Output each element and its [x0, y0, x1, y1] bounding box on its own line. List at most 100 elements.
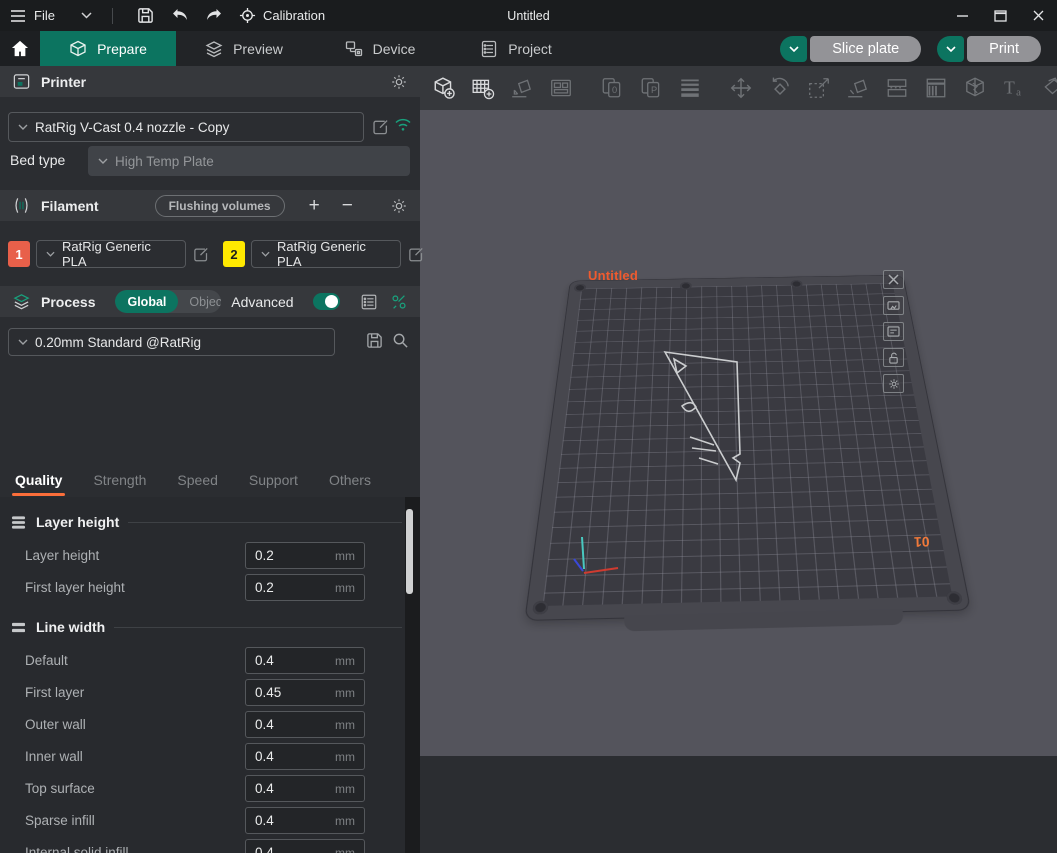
- color-paint-icon[interactable]: [1041, 76, 1057, 100]
- params-scrollbar-thumb[interactable]: [406, 509, 413, 594]
- printer-icon: [12, 72, 31, 91]
- tab-speed[interactable]: Speed: [177, 472, 217, 488]
- move-icon[interactable]: [729, 76, 753, 100]
- lock-plate-icon[interactable]: [883, 348, 904, 367]
- tab-project[interactable]: Project: [448, 31, 584, 66]
- tab-strength[interactable]: Strength: [93, 472, 146, 488]
- prepare-cube-icon: [69, 40, 87, 58]
- process-layers-icon: [12, 292, 31, 311]
- plate-number-label: 01: [914, 534, 930, 551]
- arrange-plate-icon[interactable]: [883, 322, 904, 341]
- first-layer-height-input[interactable]: [255, 580, 335, 595]
- compare-presets-icon[interactable]: [390, 293, 408, 311]
- redo-icon[interactable]: [197, 0, 231, 31]
- chevron-down-icon[interactable]: [81, 12, 92, 19]
- save-preset-icon[interactable]: [366, 332, 383, 349]
- unit-label: mm: [335, 686, 355, 700]
- search-icon[interactable]: [392, 332, 409, 349]
- slice-options-button[interactable]: [780, 36, 807, 62]
- edit-filament-2-icon[interactable]: [407, 246, 424, 263]
- variable-layer-height-icon[interactable]: [678, 76, 702, 100]
- save-icon[interactable]: [129, 0, 163, 31]
- plate-name-label: Untitled: [588, 268, 638, 283]
- advanced-toggle[interactable]: [313, 293, 340, 310]
- printer-gear-icon[interactable]: [390, 73, 408, 91]
- tab-preview[interactable]: Preview: [176, 31, 312, 66]
- plate-settings-icon[interactable]: [883, 296, 904, 315]
- bed-type-select[interactable]: High Temp Plate: [88, 146, 410, 176]
- param-input-box: mm: [245, 574, 365, 601]
- close-plate-icon[interactable]: [883, 270, 904, 289]
- filament-2-select[interactable]: RatRig Generic PLA: [251, 240, 401, 268]
- edit-printer-icon[interactable]: [371, 118, 389, 136]
- print-button[interactable]: Print: [967, 36, 1041, 62]
- add-filament-button[interactable]: +: [309, 196, 320, 215]
- edit-filament-1-icon[interactable]: [192, 246, 209, 263]
- layer-height-section-header: Layer height: [0, 507, 420, 537]
- printer-preset-select[interactable]: RatRig V-Cast 0.4 nozzle - Copy: [8, 112, 364, 142]
- unit-label: mm: [335, 846, 355, 853]
- project-list-icon: [480, 40, 498, 58]
- filament-1-badge[interactable]: 1: [8, 241, 30, 267]
- tab-device[interactable]: Device: [312, 31, 448, 66]
- scope-global-button[interactable]: Global: [115, 290, 178, 313]
- slice-plate-button[interactable]: Slice plate: [810, 36, 921, 62]
- calibration-button[interactable]: Calibration: [239, 7, 325, 24]
- parameter-table-icon[interactable]: [360, 293, 378, 311]
- line-width-top-surface-input[interactable]: [255, 781, 335, 796]
- rotate-icon[interactable]: [768, 76, 792, 100]
- auto-orient-icon[interactable]: [510, 76, 534, 100]
- scale-icon[interactable]: [807, 76, 831, 100]
- gear-plate-icon[interactable]: [883, 374, 904, 393]
- lay-flat-icon[interactable]: [846, 76, 870, 100]
- undo-icon[interactable]: [163, 0, 197, 31]
- add-plate-icon[interactable]: [471, 76, 495, 100]
- 3d-viewport[interactable]: Untitled 01: [420, 110, 1057, 756]
- tab-support[interactable]: Support: [249, 472, 298, 488]
- unit-label: mm: [335, 782, 355, 796]
- model-wireframe[interactable]: [652, 342, 772, 497]
- split-icon[interactable]: [885, 76, 909, 100]
- params-scrollbar-track[interactable]: [405, 497, 420, 853]
- slice-plate-group: Slice plate: [780, 36, 921, 62]
- filament-gear-icon[interactable]: [390, 197, 408, 215]
- layer-height-input[interactable]: [255, 548, 335, 563]
- print-group: Print: [937, 36, 1041, 62]
- file-menu[interactable]: File: [10, 8, 55, 23]
- title-bar: File Calibration Untitled: [0, 0, 1057, 31]
- tab-prepare[interactable]: Prepare: [40, 31, 176, 66]
- arrange-icon[interactable]: [549, 76, 573, 100]
- line-width-inner-wall-input[interactable]: [255, 749, 335, 764]
- param-label: Outer wall: [25, 717, 86, 732]
- add-object-icon[interactable]: [432, 76, 456, 100]
- flushing-volumes-button[interactable]: Flushing volumes: [155, 195, 285, 217]
- wifi-icon[interactable]: [394, 117, 412, 132]
- tab-quality[interactable]: Quality: [15, 472, 62, 488]
- line-width-outer-wall-input[interactable]: [255, 717, 335, 732]
- line-width-internal-solid-infill-input[interactable]: [255, 845, 335, 853]
- split-to-parts-icon[interactable]: P: [639, 76, 663, 100]
- cut-icon[interactable]: [963, 76, 987, 100]
- advanced-label: Advanced: [231, 294, 293, 310]
- filament-2-badge[interactable]: 2: [223, 241, 245, 267]
- line-width-default-input[interactable]: [255, 653, 335, 668]
- line-width-sparse-infill-input[interactable]: [255, 813, 335, 828]
- tab-device-label: Device: [373, 41, 416, 57]
- maximize-icon[interactable]: [981, 0, 1019, 31]
- main-tab-bar: Prepare Preview Device Project Slice pla…: [0, 31, 1057, 66]
- print-options-button[interactable]: [937, 36, 964, 62]
- text-icon[interactable]: Ta: [1002, 76, 1026, 100]
- home-button[interactable]: [0, 31, 40, 66]
- remove-filament-button[interactable]: −: [342, 196, 353, 215]
- support-paint-icon[interactable]: [924, 76, 948, 100]
- minimize-icon[interactable]: [943, 0, 981, 31]
- filament-1-select[interactable]: RatRig Generic PLA: [36, 240, 186, 268]
- line-width-icon: [10, 621, 27, 634]
- close-icon[interactable]: [1019, 0, 1057, 31]
- split-to-objects-icon[interactable]: 0: [600, 76, 624, 100]
- bed-type-label: Bed type: [10, 152, 65, 168]
- line-width-first-layer-input[interactable]: [255, 685, 335, 700]
- process-preset-select[interactable]: 0.20mm Standard @RatRig: [8, 328, 335, 356]
- scope-objects-button[interactable]: Objects: [178, 290, 221, 313]
- tab-others[interactable]: Others: [329, 472, 371, 488]
